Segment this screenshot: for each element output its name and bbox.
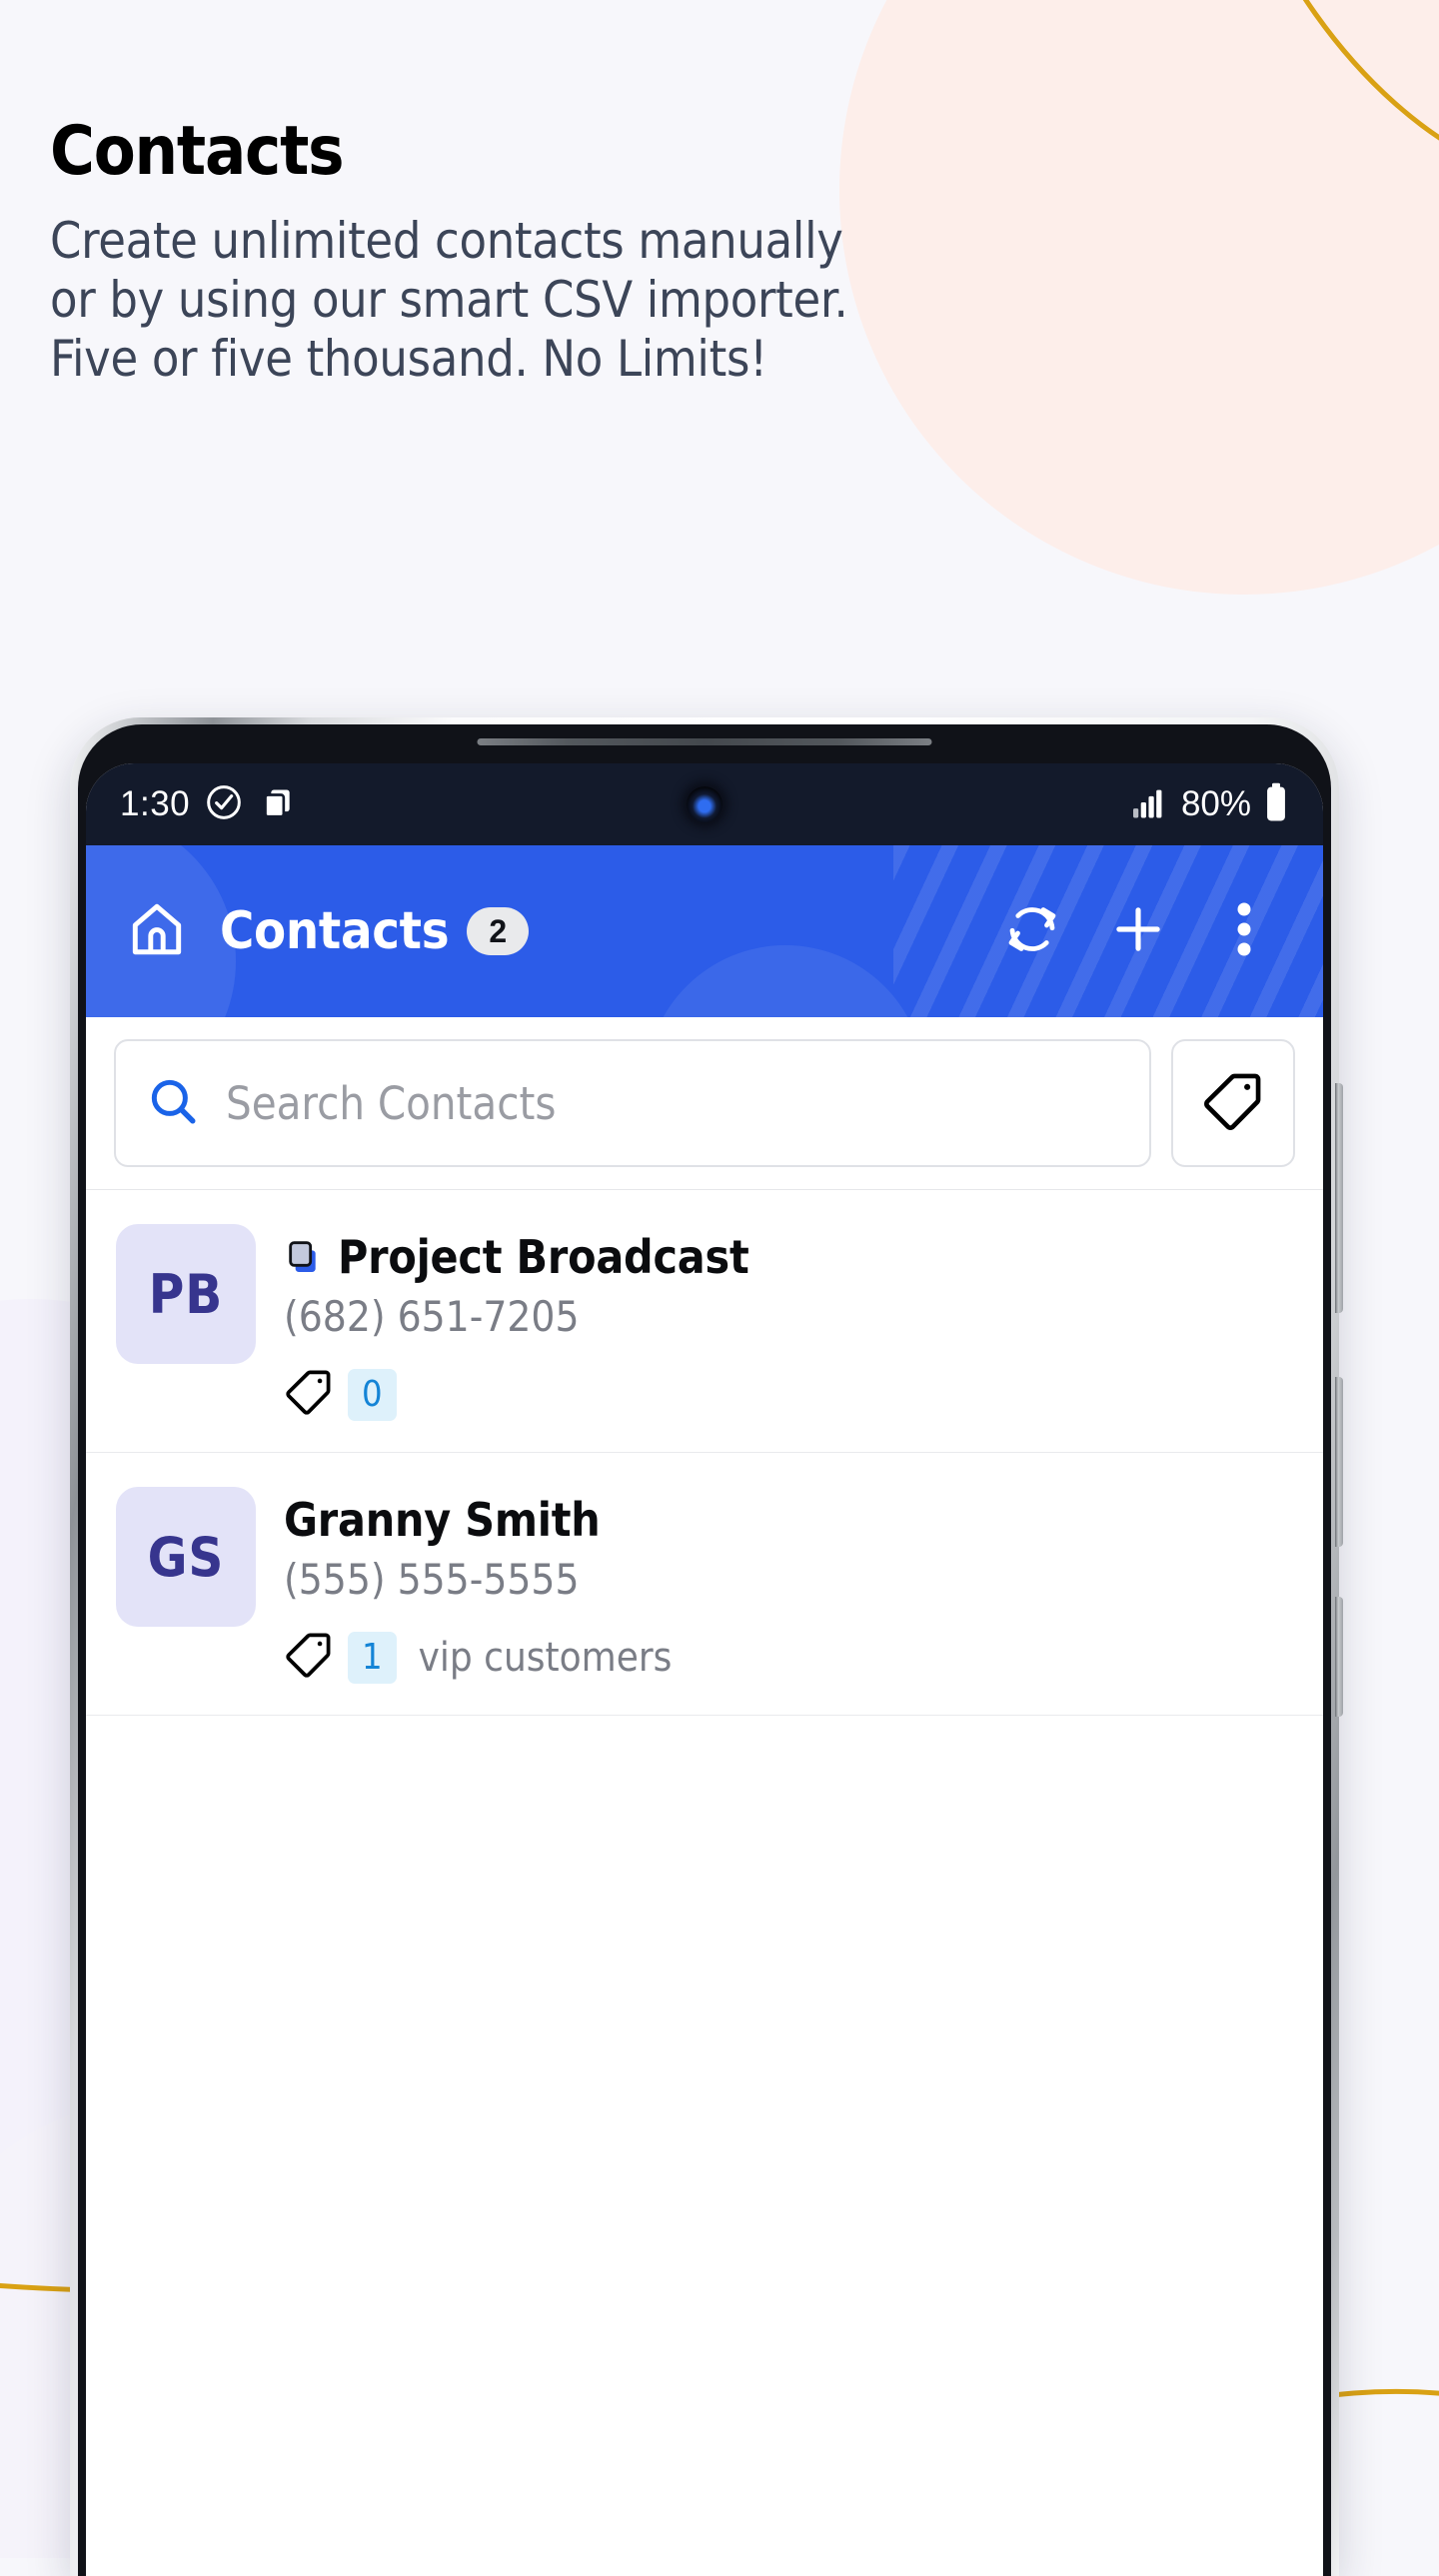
earpiece-speaker — [477, 738, 932, 745]
search-icon — [146, 1074, 200, 1133]
volume-button[interactable] — [1335, 1083, 1343, 1313]
contact-tags[interactable]: 1 vip customers — [284, 1630, 1293, 1685]
tag-icon — [284, 1630, 334, 1685]
contact-tags[interactable]: 0 — [284, 1367, 1293, 1422]
contact-row[interactable]: PB Project Broadcast (682) 651-7205 0 — [86, 1190, 1323, 1453]
phone-mockup: 1:30 80% Contacts 2 Search Contacts PB P… — [70, 717, 1343, 2576]
overflow-menu-icon — [1235, 899, 1253, 964]
description-line-2: or by using our smart CSV importer. — [50, 271, 848, 329]
sync-button[interactable] — [1001, 900, 1063, 962]
contact-phone: (555) 555-5555 — [284, 1555, 580, 1604]
app-card-icon — [284, 1237, 324, 1277]
tag-icon — [1201, 1069, 1265, 1138]
description-line-1: Create unlimited contacts manually — [50, 212, 843, 270]
contact-name-row: Granny Smith — [284, 1493, 1293, 1547]
front-camera-punch-hole — [687, 786, 722, 822]
home-icon — [126, 898, 188, 965]
search-row: Search Contacts — [86, 1017, 1323, 1190]
sync-icon — [1002, 899, 1062, 964]
check-circle-icon — [204, 782, 244, 827]
side-button-lower[interactable] — [1335, 1597, 1343, 1717]
copy-stack-icon — [258, 782, 298, 827]
contact-list: PB Project Broadcast (682) 651-7205 0 GS… — [86, 1190, 1323, 1716]
status-bar-right: 80% — [1131, 782, 1289, 827]
add-icon — [1107, 898, 1169, 965]
search-input[interactable]: Search Contacts — [114, 1039, 1151, 1167]
status-time: 1:30 — [120, 784, 191, 823]
signal-bars-icon — [1131, 785, 1169, 824]
tag-count-badge: 1 — [348, 1631, 397, 1684]
tag-label: vip customers — [418, 1634, 673, 1681]
overflow-menu-button[interactable] — [1213, 900, 1275, 962]
contact-name: Project Broadcast — [338, 1230, 749, 1284]
battery-icon — [1263, 782, 1289, 827]
add-contact-button[interactable] — [1107, 900, 1169, 962]
contact-details: Project Broadcast (682) 651-7205 0 — [284, 1224, 1293, 1422]
app-bar-actions — [1001, 900, 1287, 962]
contact-name-row: Project Broadcast — [284, 1230, 1293, 1284]
description-line-3: Five or five thousand. No Limits! — [50, 330, 767, 388]
status-bar: 1:30 80% — [86, 763, 1323, 845]
contact-name: Granny Smith — [284, 1493, 601, 1547]
page-title: Contacts — [50, 112, 345, 191]
search-placeholder: Search Contacts — [226, 1076, 557, 1130]
battery-percent: 80% — [1180, 784, 1251, 823]
contact-row[interactable]: GS Granny Smith (555) 555-5555 1 vip cus… — [86, 1453, 1323, 1716]
contact-details: Granny Smith (555) 555-5555 1 vip custom… — [284, 1487, 1293, 1685]
tag-count-badge: 0 — [348, 1368, 397, 1421]
app-bar-title: Contacts — [220, 901, 450, 961]
avatar: GS — [116, 1487, 256, 1627]
contacts-count-badge: 2 — [467, 907, 530, 955]
avatar: PB — [116, 1224, 256, 1364]
power-button[interactable] — [1335, 1377, 1343, 1547]
home-button[interactable] — [122, 896, 192, 966]
tag-icon — [284, 1367, 334, 1422]
app-bar: Contacts 2 — [86, 845, 1323, 1017]
phone-screen: 1:30 80% Contacts 2 Search Contacts PB P… — [86, 763, 1323, 2576]
contact-phone: (682) 651-7205 — [284, 1292, 580, 1341]
tag-filter-button[interactable] — [1171, 1039, 1295, 1167]
status-bar-left: 1:30 — [120, 782, 298, 827]
page-description: Create unlimited contacts manually or by… — [50, 212, 848, 389]
hero-section: Contacts Create unlimited contacts manua… — [50, 112, 848, 389]
